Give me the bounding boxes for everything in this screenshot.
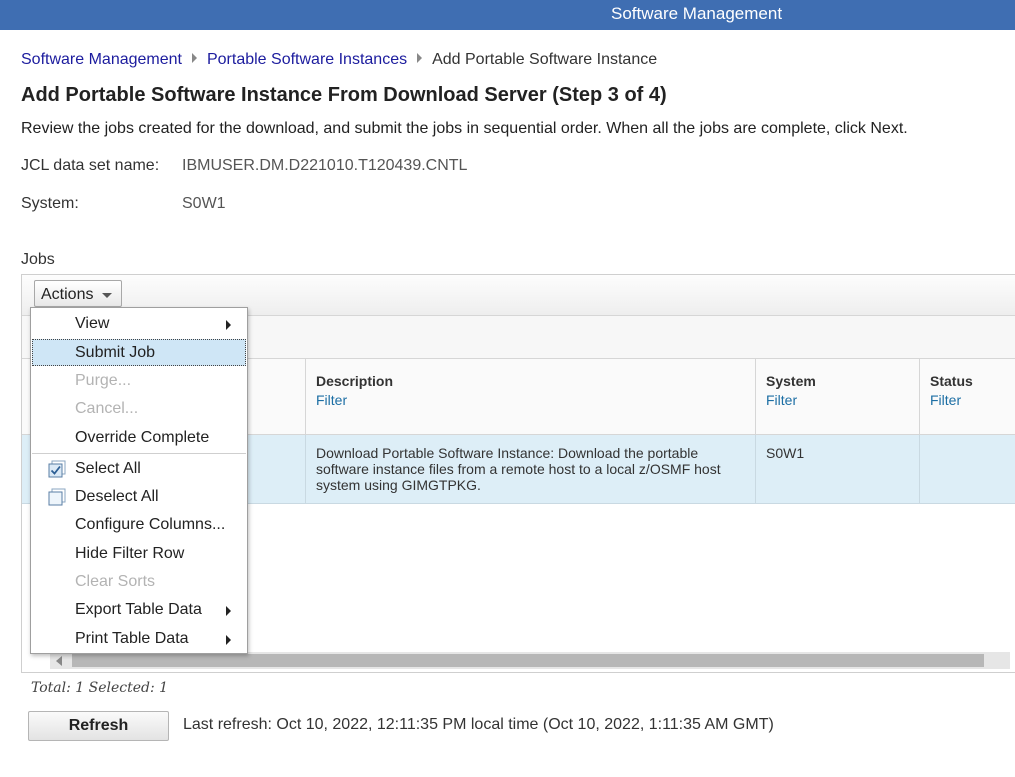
menu-item-cancel: Cancel...: [32, 395, 246, 422]
jcl-label: JCL data set name:: [21, 157, 160, 174]
jcl-value: IBMUSER.DM.D221010.T120439.CNTL: [182, 157, 468, 174]
refresh-button[interactable]: Refresh: [28, 711, 169, 741]
breadcrumb-software-management[interactable]: Software Management: [21, 51, 182, 68]
menu-item-label: Override Complete: [75, 429, 210, 446]
menu-item-label: Purge...: [75, 372, 132, 389]
breadcrumb: Software Management Portable Software Ins…: [21, 51, 657, 69]
column-header-description[interactable]: Description Filter: [305, 359, 755, 434]
menu-item-view[interactable]: View: [32, 310, 246, 337]
chevron-down-icon: [102, 293, 112, 298]
last-refresh-text: Last refresh: Oct 10, 2022, 12:11:35 PM …: [183, 716, 774, 733]
menu-item-label: View: [75, 315, 110, 332]
menu-item-deselect-all[interactable]: Deselect All: [32, 483, 246, 510]
table-summary: Total: 1 Selected: 1: [31, 680, 169, 696]
submenu-arrow-icon: [226, 606, 231, 616]
menu-item-select-all[interactable]: Select All: [32, 455, 246, 482]
menu-item-label: Configure Columns...: [75, 516, 226, 533]
system-label: System:: [21, 195, 79, 212]
menu-item-label: Clear Sorts: [75, 573, 156, 590]
menu-item-submit-job[interactable]: Submit Job: [32, 339, 246, 366]
menu-item-clear-sorts: Clear Sorts: [32, 568, 246, 595]
actions-label: Actions: [41, 286, 94, 303]
menu-item-override-complete[interactable]: Override Complete: [32, 424, 246, 451]
menu-item-label: Submit Job: [75, 344, 156, 361]
jobs-section-label: Jobs: [21, 251, 55, 268]
column-filter-link[interactable]: Filter: [316, 392, 745, 408]
cell-description: Download Portable Software Instance: Dow…: [305, 435, 755, 503]
menu-item-label: Print Table Data: [75, 630, 189, 647]
column-name: Description: [316, 373, 394, 389]
submenu-arrow-icon: [226, 635, 231, 645]
menu-item-print-table-data[interactable]: Print Table Data: [32, 625, 246, 652]
column-filter-link[interactable]: Filter: [930, 392, 1015, 408]
menu-item-label: Export Table Data: [75, 601, 202, 618]
menu-item-export-table-data[interactable]: Export Table Data: [32, 596, 246, 623]
page-title: Add Portable Software Instance From Down…: [21, 84, 667, 106]
breadcrumb-separator-icon: [191, 53, 197, 63]
column-name: Status: [930, 373, 973, 389]
system-value: S0W1: [182, 195, 226, 212]
cell-status: [919, 435, 1015, 503]
menu-item-label: Select All: [75, 460, 141, 477]
breadcrumb-current: Add Portable Software Instance: [432, 51, 658, 68]
cell-system: S0W1: [755, 435, 919, 503]
banner-title: Software Management: [611, 4, 783, 23]
menu-item-hide-filter-row[interactable]: Hide Filter Row: [32, 540, 246, 567]
scrollbar-thumb[interactable]: [72, 654, 984, 667]
submenu-arrow-icon: [226, 320, 231, 330]
scroll-left-icon[interactable]: [56, 656, 62, 666]
menu-item-label: Cancel...: [75, 400, 139, 417]
menu-item-label: Deselect All: [75, 488, 159, 505]
actions-menu: View Submit Job Purge... Cancel... Overr…: [30, 307, 248, 654]
select-all-icon: [48, 460, 66, 478]
menu-item-purge: Purge...: [32, 367, 246, 394]
column-header-system[interactable]: System Filter: [755, 359, 919, 434]
page-instructions: Review the jobs created for the download…: [21, 120, 908, 137]
top-banner: Software Management: [0, 0, 1015, 30]
deselect-all-icon: [48, 488, 66, 506]
actions-button[interactable]: Actions: [34, 280, 122, 307]
breadcrumb-portable-software-instances[interactable]: Portable Software Instances: [207, 51, 407, 68]
menu-separator: [32, 453, 246, 454]
breadcrumb-separator-icon: [417, 53, 423, 63]
column-header-status[interactable]: Status Filter: [919, 359, 1015, 434]
column-name: System: [766, 373, 816, 389]
column-filter-link[interactable]: Filter: [766, 392, 909, 408]
horizontal-scrollbar[interactable]: [50, 652, 1010, 669]
menu-item-configure-columns[interactable]: Configure Columns...: [32, 511, 246, 538]
menu-item-label: Hide Filter Row: [75, 545, 185, 562]
